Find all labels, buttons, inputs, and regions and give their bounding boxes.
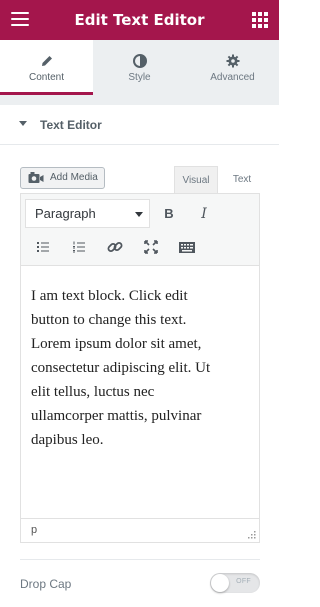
content-line: button to change this text. xyxy=(31,312,187,328)
media-camera-icon xyxy=(28,171,44,185)
editor-content[interactable]: I am text block. Click edit button to ch… xyxy=(31,284,253,452)
wysiwyg-editor: Paragraph B I I am text block. Click edi… xyxy=(20,193,260,543)
panel-title: Edit Text Editor xyxy=(74,11,205,29)
italic-button[interactable]: I xyxy=(192,202,216,226)
link-icon[interactable] xyxy=(103,235,127,259)
bulleted-list-icon[interactable] xyxy=(31,235,55,259)
tab-visual[interactable]: Visual xyxy=(174,166,218,194)
drop-cap-label: Drop Cap xyxy=(20,577,72,591)
panel-header: Edit Text Editor xyxy=(0,0,279,40)
tab-advanced-label: Advanced xyxy=(210,72,255,83)
content-line: Lorem ipsum dolor sit amet, xyxy=(31,336,202,352)
format-select[interactable]: Paragraph xyxy=(25,199,150,228)
grid-apps-icon[interactable] xyxy=(252,12,268,28)
content-line: I am text block. Click edit xyxy=(31,288,188,304)
panel-separator xyxy=(0,95,279,105)
content-line: consectetur adipiscing elit. Ut xyxy=(31,360,211,376)
keyboard-toolbar-icon[interactable] xyxy=(175,235,199,259)
editor-statusbar: p xyxy=(21,518,259,542)
chevron-down-icon xyxy=(135,212,143,217)
resize-grip-icon[interactable] xyxy=(248,531,256,539)
content-line: dapibus leo. xyxy=(31,432,104,448)
contrast-circle-icon xyxy=(93,54,186,68)
caret-down-icon xyxy=(19,121,27,126)
tab-style[interactable]: Style xyxy=(93,40,186,95)
content-line: ullamcorper mattis, pulvinar xyxy=(31,408,202,424)
numbered-list-icon[interactable] xyxy=(67,235,91,259)
drop-cap-switch[interactable]: OFF xyxy=(210,573,260,593)
switch-knob xyxy=(211,574,229,592)
panel-tabs: Content Style Advanced xyxy=(0,40,279,95)
tab-text[interactable]: Text xyxy=(220,166,264,194)
section-title: Text Editor xyxy=(40,118,102,132)
format-select-value: Paragraph xyxy=(35,206,96,221)
add-media-button[interactable]: Add Media xyxy=(20,167,105,189)
gear-icon xyxy=(186,54,279,68)
tab-style-label: Style xyxy=(128,72,151,83)
tab-advanced[interactable]: Advanced xyxy=(186,40,279,95)
add-media-label: Add Media xyxy=(50,172,98,183)
editor-toolbar: Paragraph B I xyxy=(21,194,259,266)
switch-state-label: OFF xyxy=(236,578,251,585)
pencil-icon xyxy=(0,54,93,68)
bold-button[interactable]: B xyxy=(157,202,181,226)
fullscreen-icon[interactable] xyxy=(139,235,163,259)
section-text-editor[interactable]: Text Editor xyxy=(0,105,279,145)
tab-content-label: Content xyxy=(28,72,65,83)
content-line: elit tellus, luctus nec xyxy=(31,384,155,400)
control-divider xyxy=(20,559,260,560)
tab-content[interactable]: Content xyxy=(0,40,93,95)
element-path[interactable]: p xyxy=(31,524,37,536)
